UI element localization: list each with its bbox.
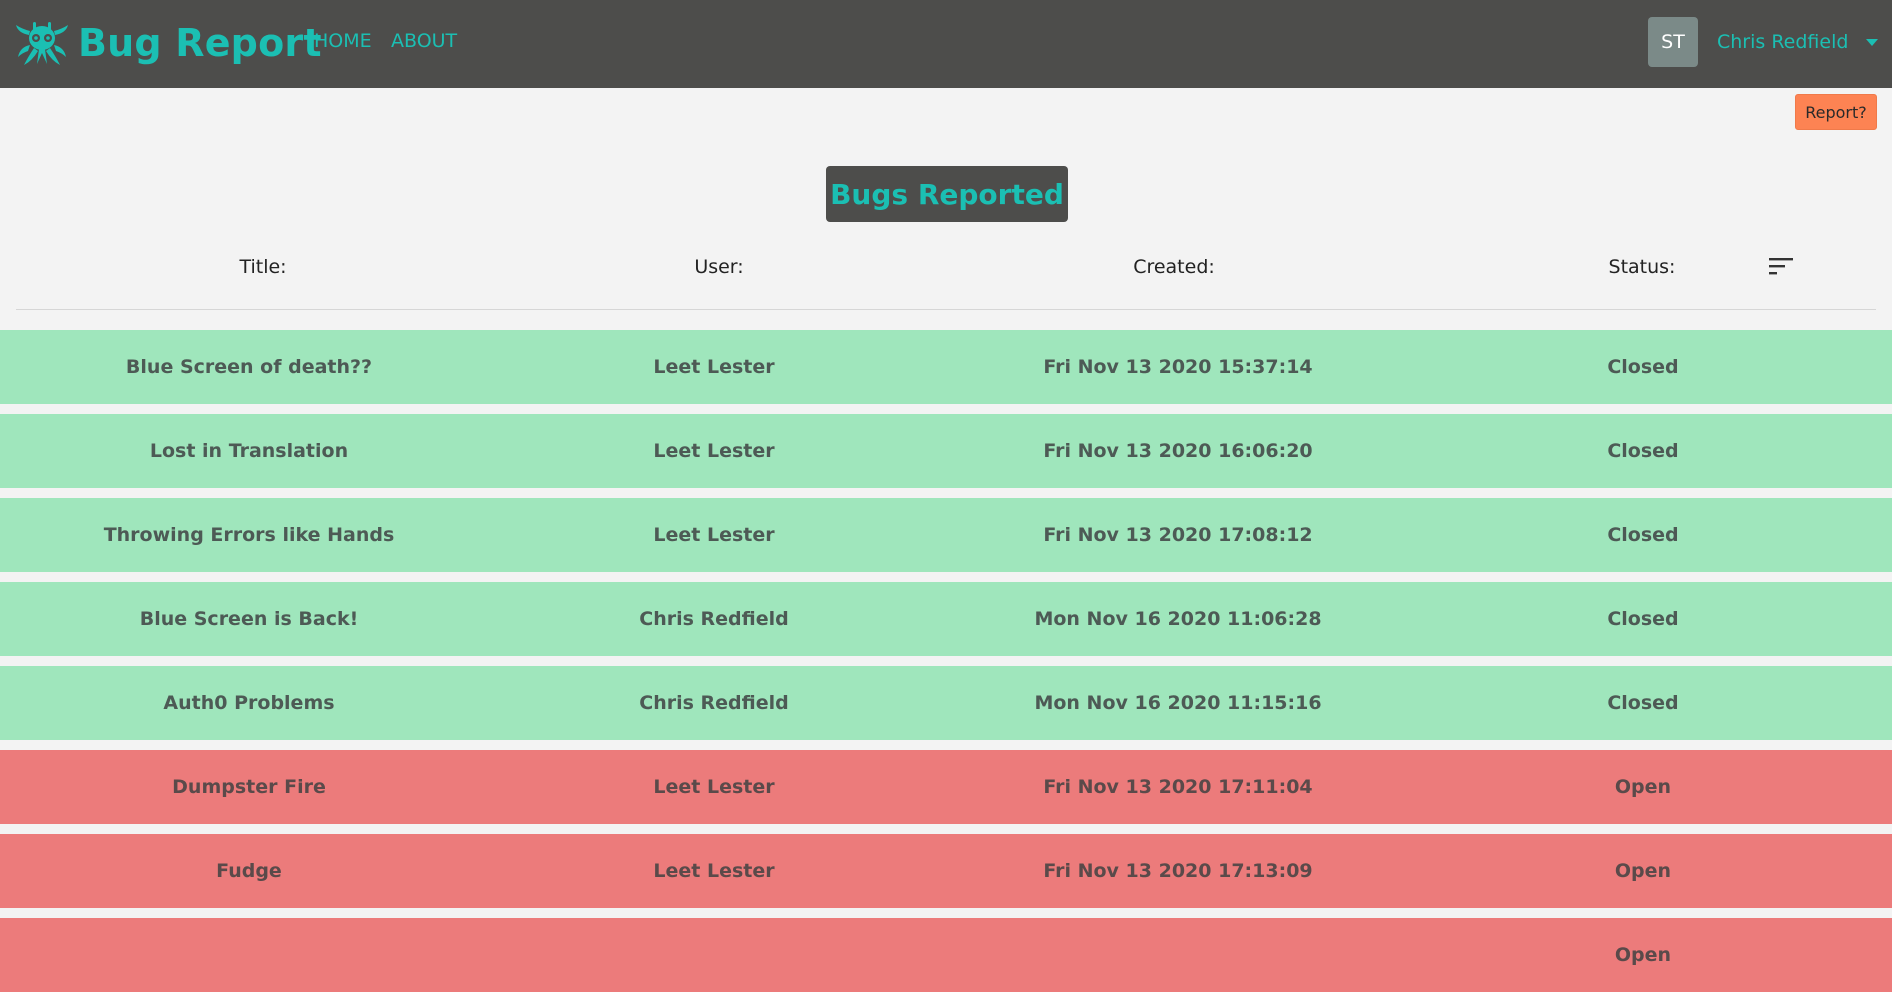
bug-status: Open bbox=[1614, 944, 1672, 966]
sort-icon[interactable] bbox=[1768, 255, 1794, 277]
bug-title: Fudge bbox=[216, 860, 282, 882]
nav-about-link[interactable]: ABOUT bbox=[391, 30, 457, 52]
bug-created: Fri Nov 13 2020 16:06:20 bbox=[1043, 440, 1313, 462]
bug-user: Chris Redfield bbox=[639, 608, 789, 630]
header-divider bbox=[16, 309, 1876, 310]
bug-title: Auth0 Problems bbox=[163, 692, 335, 714]
bug-user: Leet Lester bbox=[653, 440, 775, 462]
column-header-created: Created: bbox=[1133, 256, 1215, 278]
bug-user bbox=[564, 918, 864, 992]
bug-row[interactable]: Dumpster Fire Leet Lester Fri Nov 13 2020 … bbox=[0, 750, 1892, 824]
bug-row[interactable]: Lost in Translation Leet Lester Fri Nov 13… bbox=[0, 414, 1892, 488]
bug-title: Blue Screen of death?? bbox=[125, 356, 373, 378]
bug-status: Closed bbox=[1607, 524, 1679, 546]
column-header-status: Status: bbox=[1608, 256, 1676, 278]
bug-row[interactable]: Open bbox=[0, 918, 1892, 992]
bug-row[interactable]: Fudge Leet Lester Fri Nov 13 2020 17:13:09… bbox=[0, 834, 1892, 908]
bug-row[interactable]: Blue Screen is Back! Chris Redfield Mon No… bbox=[0, 582, 1892, 656]
bug-row[interactable]: Auth0 Problems Chris Redfield Mon Nov 16 2… bbox=[0, 666, 1892, 740]
user-menu-dropdown[interactable]: Chris Redfield bbox=[1717, 26, 1879, 58]
bug-status: Closed bbox=[1607, 356, 1679, 378]
chevron-down-icon bbox=[1866, 38, 1879, 46]
report-bug-button[interactable]: Report? bbox=[1795, 94, 1877, 130]
avatar[interactable]: ST bbox=[1648, 17, 1698, 67]
column-header-title: Title: bbox=[239, 256, 287, 278]
bug-status: Open bbox=[1614, 860, 1672, 882]
column-header-user: User: bbox=[694, 256, 744, 278]
bug-title: Throwing Errors like Hands bbox=[103, 524, 395, 546]
nav-home-link[interactable]: HOME bbox=[314, 30, 372, 52]
bug-created: Fri Nov 13 2020 17:13:09 bbox=[1043, 860, 1313, 882]
octopus-icon bbox=[16, 22, 68, 65]
bug-created: Mon Nov 16 2020 11:15:16 bbox=[1034, 692, 1322, 714]
bug-user: Leet Lester bbox=[653, 356, 775, 378]
bug-title: Blue Screen is Back! bbox=[139, 608, 359, 630]
bug-status: Closed bbox=[1607, 440, 1679, 462]
bug-created bbox=[978, 918, 1378, 992]
bug-user: Chris Redfield bbox=[639, 692, 789, 714]
bug-row[interactable]: Throwing Errors like Hands Leet Lester Fri… bbox=[0, 498, 1892, 572]
bug-status: Closed bbox=[1607, 608, 1679, 630]
top-navbar: Bug Report HOME ABOUT ST Chris Redfield bbox=[0, 0, 1892, 88]
bug-created: Fri Nov 13 2020 17:11:04 bbox=[1043, 776, 1313, 798]
bug-created: Fri Nov 13 2020 15:37:14 bbox=[1043, 356, 1313, 378]
bug-created: Mon Nov 16 2020 11:06:28 bbox=[1034, 608, 1322, 630]
bug-user: Leet Lester bbox=[653, 860, 775, 882]
bug-created: Fri Nov 13 2020 17:08:12 bbox=[1043, 524, 1313, 546]
bug-title: Lost in Translation bbox=[149, 440, 349, 462]
username-label: Chris Redfield bbox=[1717, 31, 1849, 53]
bug-row[interactable]: Blue Screen of death?? Leet Lester Fri Nov… bbox=[0, 330, 1892, 404]
bug-status: Closed bbox=[1607, 692, 1679, 714]
brand-title: Bug Report bbox=[78, 21, 322, 65]
bug-title: Dumpster Fire bbox=[172, 776, 326, 798]
bug-user: Leet Lester bbox=[653, 524, 775, 546]
bug-title bbox=[49, 918, 449, 992]
bug-user: Leet Lester bbox=[653, 776, 775, 798]
brand-link[interactable]: Bug Report bbox=[14, 14, 322, 72]
bug-status: Open bbox=[1614, 776, 1672, 798]
page-title: Bugs Reported bbox=[826, 166, 1068, 222]
